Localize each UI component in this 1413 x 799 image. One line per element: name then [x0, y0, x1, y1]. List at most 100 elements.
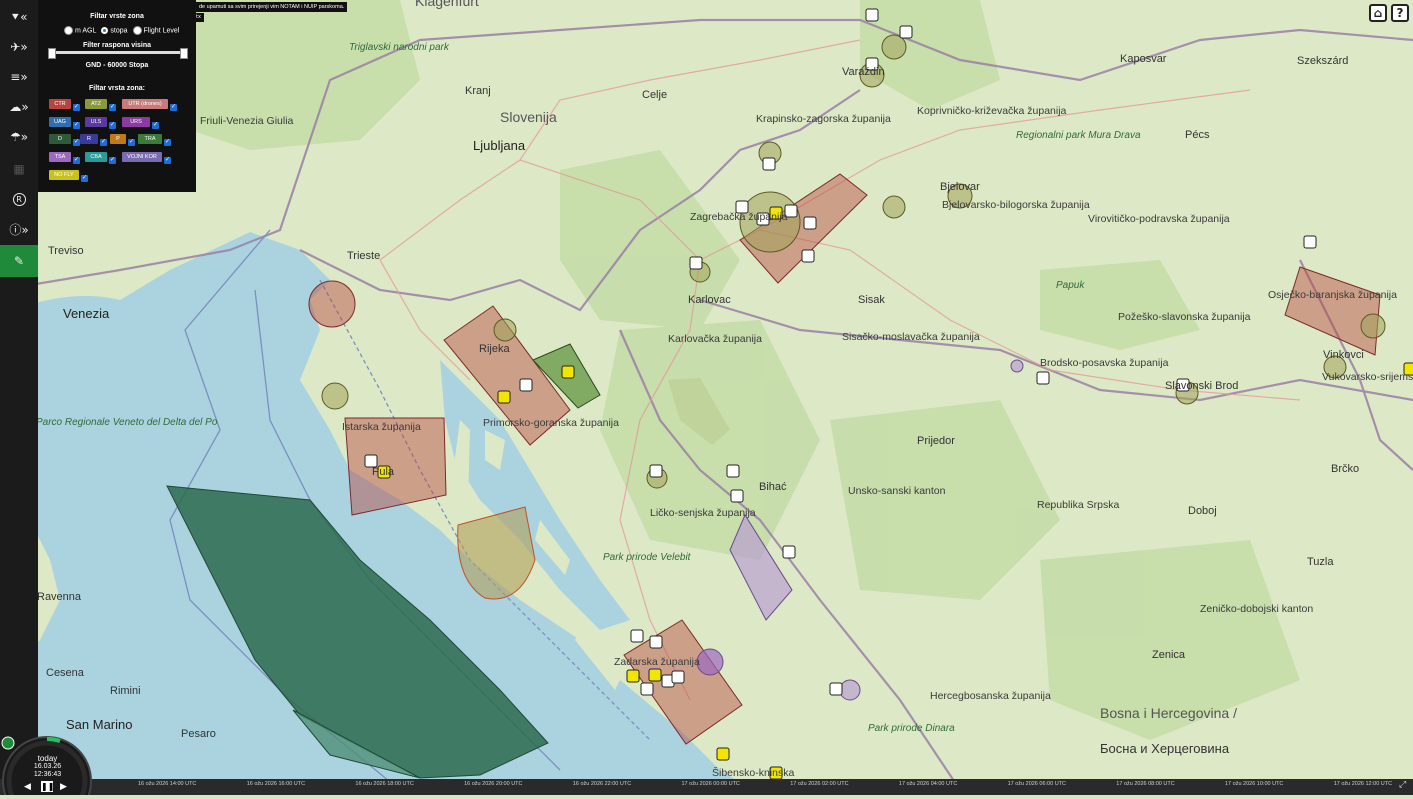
place-venezia: Venezia — [63, 306, 110, 321]
place-bihac: Bihać — [759, 481, 787, 493]
zone-chip-no-fly[interactable]: NO FLY — [49, 170, 79, 180]
place-szekszard: Szekszárd — [1297, 55, 1348, 67]
slider-min-handle[interactable] — [48, 48, 56, 59]
altitude-filter-title: Filter raspona visina — [82, 42, 152, 49]
notam-notice: de upamuti sa svim prirejenji vim NOTAM … — [196, 2, 348, 12]
place-koprivnicko: Koprivničko-križevačka županija — [917, 105, 1067, 117]
clock-day: today — [37, 754, 58, 763]
place-bosna-cyr: Босна и Херцеговина — [1100, 741, 1230, 756]
timeline-label: 17 ožu 2026 08:00 UTC — [1116, 781, 1175, 787]
place-viroviticko: Virovitičko-podravska županija — [1088, 213, 1230, 225]
zone-chip-urs[interactable]: URS — [122, 117, 150, 127]
zone-checkbox[interactable]: ✓ — [152, 122, 159, 129]
place-parco-delta: Parco Regionale Veneto del Delta del Po — [36, 417, 218, 428]
place-bjelovar: Bjelovar — [940, 181, 980, 193]
map-canvas[interactable]: Klagenfurt Kaposvar Szekszárd Triglavski… — [0, 0, 1413, 795]
zone-chip-cba[interactable]: CBA — [85, 152, 107, 162]
place-sisacko: Sisačko-moslavačka županija — [842, 331, 980, 343]
filter-toggle-button[interactable]: ⯆« — [0, 2, 38, 32]
timeline-label: 16 ožu 2026 18:00 UTC — [355, 781, 414, 787]
zone-chip-d[interactable]: D — [49, 134, 71, 144]
zone-checkbox[interactable]: ✓ — [164, 157, 171, 164]
place-doboj: Doboj — [1188, 505, 1217, 517]
place-brodsko: Brodsko-posavska županija — [1040, 357, 1169, 369]
zone-checkbox[interactable]: ✓ — [128, 139, 135, 146]
place-hercegbosanska: Hercegbosanska županija — [930, 690, 1051, 702]
place-dinara: Park prirode Dinara — [868, 723, 955, 734]
radio-flight-level[interactable]: Flight Level — [132, 26, 179, 35]
filter-icon: ⯆« — [10, 9, 28, 24]
slider-max-handle[interactable] — [180, 48, 188, 59]
altitude-range-slider[interactable] — [48, 48, 188, 59]
clock-status-icon[interactable] — [1, 736, 15, 750]
cloud-button[interactable]: ☁» — [0, 92, 38, 122]
place-zagrebacka: Zagrebačka županija — [690, 211, 788, 223]
place-ravenna: Ravenna — [37, 591, 82, 603]
zone-checkbox[interactable]: ✓ — [73, 139, 80, 146]
zone-chip-vojni-kor[interactable]: VOJNI KOR — [122, 152, 162, 162]
place-republika: Republika Srpska — [1037, 499, 1119, 511]
drone-button[interactable]: ✎ — [0, 245, 38, 277]
weather-button[interactable]: ☂» — [0, 122, 38, 152]
place-karlovacka: Karlovačka županija — [668, 333, 762, 345]
pause-button[interactable]: ❚❚ — [41, 781, 54, 792]
timeline-label: 17 ožu 2026 04:00 UTC — [898, 781, 958, 787]
expand-icon[interactable]: ⤢ — [1399, 780, 1406, 790]
place-rimini: Rimini — [110, 685, 141, 697]
timeline-label: 17 ožu 2026 00:00 UTC — [681, 781, 740, 787]
zone-checkbox[interactable]: ✓ — [109, 122, 116, 129]
zone-chip-utr-drones-[interactable]: UTR (drones) — [122, 99, 168, 109]
aircraft-icon: ✈» — [10, 40, 28, 54]
zone-chip-ctr[interactable]: CTR — [49, 99, 71, 109]
zone-checkbox[interactable]: ✓ — [109, 104, 116, 111]
zone-checkbox[interactable]: ✓ — [100, 139, 107, 146]
radio-stopa[interactable]: stopa — [101, 26, 128, 34]
zone-chip-uls[interactable]: ULS — [85, 117, 107, 127]
zone-chip-uag[interactable]: UAG — [49, 117, 71, 127]
place-pula: Pula — [372, 466, 395, 478]
zone-checkbox[interactable]: ✓ — [109, 157, 116, 164]
rewind-button[interactable]: ◀ — [24, 782, 31, 792]
zone-checkbox[interactable]: ✓ — [81, 175, 88, 182]
place-brcko: Brčko — [1331, 463, 1359, 475]
aircraft-button[interactable]: ✈» — [0, 32, 38, 62]
registered-button[interactable]: R — [0, 184, 38, 214]
forward-button[interactable]: ▶ — [60, 782, 67, 792]
zone-chip-tsa[interactable]: TSA — [49, 152, 71, 162]
registered-icon: R — [12, 192, 26, 206]
zone-chip-tra[interactable]: TRA — [138, 134, 162, 144]
home-button[interactable]: ⌂ — [1369, 4, 1387, 22]
help-icon: ? — [1396, 6, 1404, 20]
timeline-label: 17 ožu 2026 12:00 UTC — [1333, 781, 1393, 787]
zone-checkbox[interactable]: ✓ — [170, 104, 177, 111]
zone-chip-r[interactable]: R — [80, 134, 98, 144]
clock-time: 12:36:43 — [33, 771, 62, 778]
timeline-label: 16 ožu 2026 22:00 UTC — [572, 781, 632, 787]
place-treviso: Treviso — [48, 245, 84, 257]
drone-icon: ✎ — [13, 254, 25, 268]
place-vinkovci: Vinkovci — [1323, 349, 1364, 361]
zone-type-title: Filtar vrste zona — [90, 13, 144, 20]
place-regionalni-park: Regionalni park Mura Drava — [1016, 130, 1141, 141]
zone-checkbox[interactable]: ✓ — [164, 139, 171, 146]
zone-checkbox[interactable]: ✓ — [73, 104, 80, 111]
zone-chip-p[interactable]: P — [110, 134, 126, 144]
zone-checkbox[interactable]: ✓ — [73, 157, 80, 164]
place-pozesko: Požeško-slavonska županija — [1118, 311, 1251, 323]
altitude-range-value: GND - 60000 Stopa — [85, 62, 149, 69]
calendar-button[interactable]: ▦ — [0, 154, 38, 184]
info-icon: ⓘ» — [9, 222, 29, 237]
timeline-bar[interactable]: 16 ožu 2026 14:00 UTC 16 ožu 2026 16:00 U… — [0, 779, 1413, 795]
place-velebit: Park prirode Velebit — [603, 552, 692, 563]
calendar-icon: ▦ — [13, 162, 25, 176]
zone-checkbox[interactable]: ✓ — [73, 122, 80, 129]
layers-button[interactable]: ≡» — [0, 62, 38, 92]
radio-m-agl[interactable]: m AGL — [64, 26, 96, 35]
place-trieste: Trieste — [347, 250, 380, 262]
place-zenica: Zenica — [1152, 649, 1186, 661]
zone-chip-atz[interactable]: ATZ — [85, 99, 107, 109]
info-button[interactable]: ⓘ» — [0, 214, 38, 244]
place-bosna: Bosna i Hercegovina / — [1100, 705, 1237, 721]
place-triglav: Triglavski narodni park — [349, 42, 450, 53]
help-button[interactable]: ? — [1391, 4, 1409, 22]
